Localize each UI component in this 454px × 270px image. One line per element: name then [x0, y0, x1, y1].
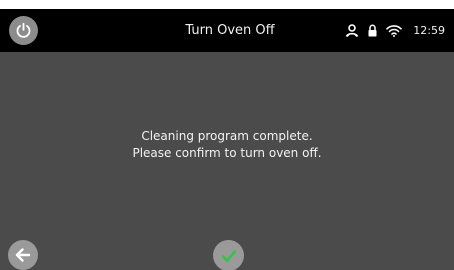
wifi-icon: [386, 24, 403, 37]
confirm-button[interactable]: [213, 240, 244, 270]
top-bar: Turn Oven Off 12:59: [0, 9, 454, 52]
lock-icon: [368, 24, 377, 37]
message-line-2: Please confirm to turn oven off.: [132, 146, 322, 160]
arrow-left-icon: [15, 248, 31, 262]
user-icon: [345, 24, 359, 37]
message-line-1: Cleaning program complete.: [141, 129, 313, 143]
power-button[interactable]: [9, 16, 38, 45]
back-button[interactable]: [8, 240, 38, 270]
page-title: Turn Oven Off: [185, 23, 275, 38]
power-icon: [16, 22, 31, 38]
clock: 12:59: [413, 24, 445, 37]
status-bar: 12:59: [345, 9, 445, 52]
status-message: Cleaning program complete. Please confir…: [0, 128, 454, 162]
oven-screen: Turn Oven Off 12:59 Cleaning program com…: [0, 9, 454, 270]
checkmark-icon: [221, 249, 236, 262]
